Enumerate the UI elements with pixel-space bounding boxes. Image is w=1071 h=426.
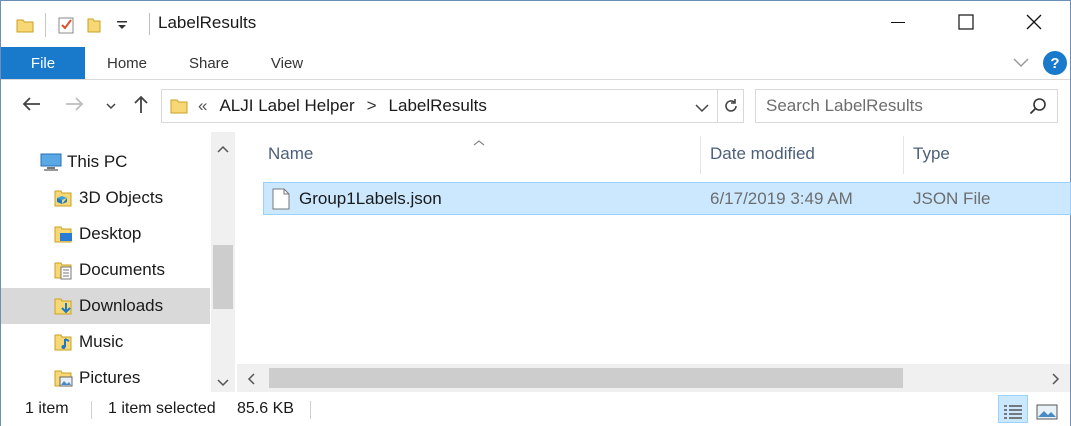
status-size: 85.6 KB (237, 400, 294, 417)
tab-home[interactable]: Home (93, 47, 161, 79)
tab-file[interactable]: File (1, 47, 85, 79)
column-divider[interactable] (903, 136, 904, 174)
breadcrumb-labelresults[interactable]: LabelResults (389, 96, 487, 116)
quick-access-toolbar (11, 11, 136, 39)
forward-button[interactable] (63, 92, 87, 120)
column-header-date-modified[interactable]: Date modified (710, 132, 815, 176)
nav-item-desktop[interactable]: Desktop (1, 216, 210, 252)
column-header-name[interactable]: Name (268, 132, 313, 176)
breadcrumb-alji-label-helper[interactable]: ALJI Label Helper (219, 96, 354, 116)
3d-objects-folder-icon (51, 186, 75, 210)
column-header-type[interactable]: Type (913, 132, 950, 176)
file-icon (272, 183, 290, 214)
search-input[interactable]: Search LabelResults (766, 96, 1029, 116)
status-separator (91, 401, 92, 419)
nav-item-label: Pictures (79, 368, 141, 387)
folder-icon[interactable] (11, 11, 39, 39)
breadcrumb-separator: > (366, 96, 377, 115)
close-icon (1026, 14, 1042, 35)
file-list: Name Date modified Type Group1Labels.jso… (235, 132, 1071, 392)
back-button[interactable] (19, 92, 43, 120)
arrow-up-icon (133, 94, 149, 119)
nav-item-label: Desktop (79, 224, 142, 243)
file-name[interactable]: Group1Labels.json (299, 183, 442, 214)
refresh-icon[interactable] (717, 90, 743, 122)
large-icons-view-icon (1036, 403, 1058, 426)
desktop-folder-icon (51, 222, 75, 246)
documents-folder-icon (51, 258, 75, 282)
address-dropdown-icon[interactable] (695, 100, 709, 118)
file-row[interactable]: Group1Labels.json 6/17/2019 3:49 AM JSON… (263, 182, 1071, 215)
status-selected: 1 item selected (108, 400, 216, 417)
arrow-left-icon (21, 96, 41, 117)
music-folder-icon (51, 330, 75, 354)
nav-item-label: Downloads (79, 296, 164, 315)
help-icon[interactable]: ? (1043, 51, 1067, 75)
nav-item-music[interactable]: Music (1, 324, 210, 360)
scroll-down-icon[interactable] (217, 374, 229, 392)
folder-icon (170, 97, 188, 115)
address-bar[interactable]: « ALJI Label Helper > LabelResults (161, 89, 744, 123)
navigation-pane: This PC 3D Objects Desktop Documents Dow… (1, 132, 235, 392)
minimize-button[interactable] (864, 1, 932, 47)
file-list-scrollbar[interactable] (237, 364, 1070, 392)
properties-checkmark-icon[interactable] (52, 11, 80, 39)
arrow-right-icon (65, 96, 85, 117)
search-box[interactable]: Search LabelResults (755, 89, 1058, 123)
tab-share[interactable]: Share (177, 47, 241, 79)
expand-ribbon-icon[interactable] (1009, 53, 1033, 73)
nav-item-pictures[interactable]: Pictures (1, 360, 210, 396)
minimize-icon (891, 15, 905, 34)
large-icons-view-button[interactable] (1032, 395, 1062, 423)
title-separator (149, 13, 150, 35)
window-title: LabelResults (158, 13, 257, 32)
file-date-modified: 6/17/2019 3:49 AM (710, 188, 853, 208)
status-separator (310, 401, 311, 419)
close-button[interactable] (1000, 1, 1068, 47)
scroll-left-icon[interactable] (247, 372, 255, 390)
search-icon[interactable] (1029, 97, 1047, 115)
computer-icon (39, 150, 63, 174)
nav-item-this-pc[interactable]: This PC (1, 144, 210, 180)
pictures-folder-icon (51, 366, 75, 390)
file-type: JSON File (913, 188, 991, 208)
status-bar: 1 item 1 item selected 85.6 KB (1, 392, 1070, 426)
scrollbar-thumb[interactable] (269, 368, 903, 388)
nav-item-label: Documents (79, 260, 165, 279)
nav-item-label: 3D Objects (79, 188, 164, 207)
scroll-right-icon[interactable] (1052, 372, 1060, 390)
details-view-button[interactable] (998, 395, 1028, 423)
customize-dropdown-icon[interactable] (108, 11, 136, 39)
nav-item-3d-objects[interactable]: 3D Objects (1, 180, 210, 216)
column-divider[interactable] (700, 136, 701, 174)
new-folder-icon[interactable] (80, 11, 108, 39)
tab-view[interactable]: View (255, 47, 319, 79)
breadcrumb-overflow[interactable]: « (198, 96, 207, 116)
nav-item-documents[interactable]: Documents (1, 252, 210, 288)
details-view-icon (1003, 404, 1023, 426)
nav-pane-scrollbar[interactable] (211, 132, 235, 392)
downloads-folder-icon (51, 294, 75, 318)
recent-locations-button[interactable] (99, 92, 123, 120)
navigation-bar: « ALJI Label Helper > LabelResults Searc… (1, 80, 1070, 132)
explorer-window: LabelResults File Home Share View ? « AL… (0, 0, 1071, 426)
ribbon-tabs: File Home Share View ? (1, 47, 1070, 79)
nav-item-downloads[interactable]: Downloads (1, 288, 210, 324)
status-item-count: 1 item (25, 400, 69, 417)
nav-item-label: Music (79, 332, 124, 351)
nav-item-label: This PC (67, 152, 128, 171)
chevron-down-icon (106, 97, 116, 115)
toolbar-separator (45, 13, 46, 37)
scrollbar-thumb[interactable] (213, 245, 233, 309)
sort-up-icon (473, 134, 485, 152)
maximize-button[interactable] (932, 1, 1000, 47)
up-button[interactable] (129, 92, 153, 120)
title-bar: LabelResults (1, 1, 1070, 47)
scroll-up-icon[interactable] (217, 140, 229, 158)
maximize-icon (958, 13, 974, 35)
